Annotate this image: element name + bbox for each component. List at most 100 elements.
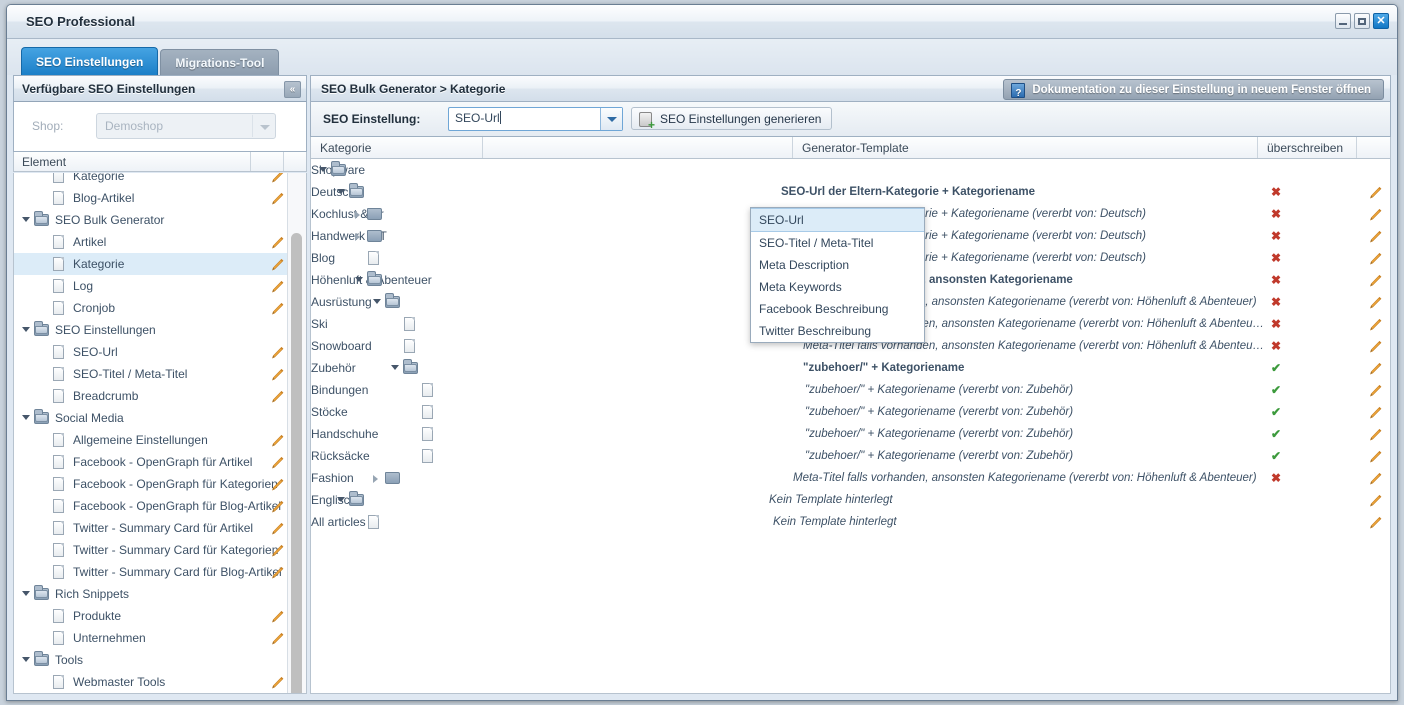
tab-migrations-tool[interactable]: Migrations-Tool — [160, 49, 280, 75]
tree-item-7[interactable]: SEO Einstellungen — [14, 319, 306, 341]
row-edit-pencil-icon[interactable] — [1368, 295, 1382, 309]
tree-item-11[interactable]: Social Media — [14, 407, 306, 429]
tree-item-15[interactable]: Facebook - OpenGraph für Blog-Artikel — [14, 495, 306, 517]
table-row[interactable]: Bindungen "zubehoer/" + Kategoriename (ve… — [311, 379, 1390, 401]
dropdown-option-5[interactable]: Twitter Beschreibung — [751, 320, 924, 342]
left-tree[interactable]: Kategorie Blog-Artikel SEO Bulk Generator A… — [13, 173, 307, 694]
edit-pencil-icon[interactable] — [270, 191, 284, 205]
edit-pencil-icon[interactable] — [270, 609, 284, 623]
tree-item-23[interactable]: Webmaster Tools — [14, 671, 306, 693]
tree-item-18[interactable]: Twitter - Summary Card für Blog-Artikel — [14, 561, 306, 583]
row-edit-pencil-icon[interactable] — [1368, 185, 1382, 199]
minimize-button[interactable] — [1335, 13, 1351, 29]
tree-item-5[interactable]: Log — [14, 275, 306, 297]
grid-expander[interactable] — [355, 211, 360, 219]
row-edit-pencil-icon[interactable] — [1368, 515, 1382, 529]
row-edit-pencil-icon[interactable] — [1368, 427, 1382, 441]
seo-setting-combobox[interactable]: SEO-Url — [448, 107, 623, 131]
row-edit-pencil-icon[interactable] — [1368, 361, 1382, 375]
tree-expander[interactable] — [22, 327, 30, 332]
tree-expander[interactable] — [22, 217, 30, 222]
dropdown-option-1[interactable]: SEO-Titel / Meta-Titel — [751, 232, 924, 254]
row-edit-pencil-icon[interactable] — [1368, 251, 1382, 265]
edit-pencil-icon[interactable] — [270, 389, 284, 403]
edit-pencil-icon[interactable] — [270, 499, 284, 513]
edit-pencil-icon[interactable] — [270, 301, 284, 315]
table-row[interactable]: Rücksäcke "zubehoer/" + Kategoriename (ve… — [311, 445, 1390, 467]
row-edit-pencil-icon[interactable] — [1368, 383, 1382, 397]
table-row[interactable]: Handschuhe "zubehoer/" + Kategoriename (v… — [311, 423, 1390, 445]
tree-item-10[interactable]: Breadcrumb — [14, 385, 306, 407]
dropdown-option-4[interactable]: Facebook Beschreibung — [751, 298, 924, 320]
row-edit-pencil-icon[interactable] — [1368, 207, 1382, 221]
table-row[interactable]: Englisch Kein Template hinterlegt — [311, 489, 1390, 511]
tree-item-21[interactable]: Unternehmen — [14, 627, 306, 649]
column-actions[interactable] — [1357, 137, 1390, 158]
table-row[interactable]: Zubehör "zubehoer/" + Kategoriename ✔ — [311, 357, 1390, 379]
row-edit-pencil-icon[interactable] — [1368, 229, 1382, 243]
column-ueberschreiben[interactable]: überschreiben — [1258, 137, 1357, 158]
tree-item-9[interactable]: SEO-Titel / Meta-Titel — [14, 363, 306, 385]
edit-pencil-icon[interactable] — [270, 345, 284, 359]
table-row[interactable]: Deutsch SEO-Url der Eltern-Kategorie + Ka… — [311, 181, 1390, 203]
grid-expander[interactable] — [337, 497, 345, 502]
tree-expander[interactable] — [22, 415, 30, 420]
tree-item-2[interactable]: SEO Bulk Generator — [14, 209, 306, 231]
edit-pencil-icon[interactable] — [270, 367, 284, 381]
tree-expander[interactable] — [22, 591, 30, 596]
edit-pencil-icon[interactable] — [270, 433, 284, 447]
tree-item-19[interactable]: Rich Snippets — [14, 583, 306, 605]
edit-pencil-icon[interactable] — [270, 235, 284, 249]
close-button[interactable]: ✕ — [1373, 13, 1389, 29]
left-scrollbar-thumb[interactable] — [291, 233, 302, 693]
collapse-panel-button[interactable]: « — [284, 81, 301, 98]
edit-pencil-icon[interactable] — [270, 257, 284, 271]
tree-item-4[interactable]: Kategorie — [14, 253, 306, 275]
tree-item-3[interactable]: Artikel — [14, 231, 306, 253]
tree-item-0[interactable]: Kategorie — [14, 173, 306, 187]
tree-item-1[interactable]: Blog-Artikel — [14, 187, 306, 209]
grid-expander[interactable] — [373, 475, 378, 483]
documentation-button[interactable]: Dokumentation zu dieser Einstellung in n… — [1003, 79, 1384, 104]
grid-expander[interactable] — [355, 233, 360, 241]
dropdown-option-3[interactable]: Meta Keywords — [751, 276, 924, 298]
tree-item-17[interactable]: Twitter - Summary Card für Kategorien — [14, 539, 306, 561]
tree-item-8[interactable]: SEO-Url — [14, 341, 306, 363]
column-blank[interactable] — [483, 137, 793, 158]
row-edit-pencil-icon[interactable] — [1368, 493, 1382, 507]
edit-pencil-icon[interactable] — [270, 631, 284, 645]
column-generator-template[interactable]: Generator-Template — [793, 137, 1258, 158]
edit-pencil-icon[interactable] — [270, 543, 284, 557]
tree-item-13[interactable]: Facebook - OpenGraph für Artikel — [14, 451, 306, 473]
combobox-trigger-icon[interactable] — [600, 108, 622, 130]
tree-item-22[interactable]: Tools — [14, 649, 306, 671]
maximize-button[interactable] — [1354, 13, 1370, 29]
grid-expander[interactable] — [355, 277, 363, 282]
edit-pencil-icon[interactable] — [270, 521, 284, 535]
seo-setting-dropdown-list[interactable]: SEO-Url SEO-Titel / Meta-Titel Meta Descri… — [750, 207, 925, 343]
edit-pencil-icon[interactable] — [270, 565, 284, 579]
dropdown-option-0[interactable]: SEO-Url — [751, 208, 924, 232]
row-edit-pencil-icon[interactable] — [1368, 273, 1382, 287]
tree-item-12[interactable]: Allgemeine Einstellungen — [14, 429, 306, 451]
tree-item-6[interactable]: Cronjob — [14, 297, 306, 319]
tree-item-14[interactable]: Facebook - OpenGraph für Kategorien — [14, 473, 306, 495]
table-row[interactable]: Shopware — [311, 159, 1390, 181]
dropdown-option-2[interactable]: Meta Description — [751, 254, 924, 276]
generate-settings-button[interactable]: + SEO Einstellungen generieren — [631, 107, 833, 131]
row-edit-pencil-icon[interactable] — [1368, 471, 1382, 485]
tree-item-20[interactable]: Produkte — [14, 605, 306, 627]
edit-pencil-icon[interactable] — [270, 477, 284, 491]
grid-expander[interactable] — [373, 299, 381, 304]
tree-item-16[interactable]: Twitter - Summary Card für Artikel — [14, 517, 306, 539]
edit-pencil-icon[interactable] — [270, 173, 284, 183]
row-edit-pencil-icon[interactable] — [1368, 339, 1382, 353]
grid-expander[interactable] — [391, 365, 399, 370]
row-edit-pencil-icon[interactable] — [1368, 317, 1382, 331]
shop-select[interactable]: Demoshop — [96, 113, 276, 139]
edit-pencil-icon[interactable] — [270, 675, 284, 689]
table-row[interactable]: Fashion Meta-Titel falls vorhanden, anson… — [311, 467, 1390, 489]
seo-setting-input[interactable]: SEO-Url — [455, 111, 501, 125]
edit-pencil-icon[interactable] — [270, 455, 284, 469]
row-edit-pencil-icon[interactable] — [1368, 405, 1382, 419]
